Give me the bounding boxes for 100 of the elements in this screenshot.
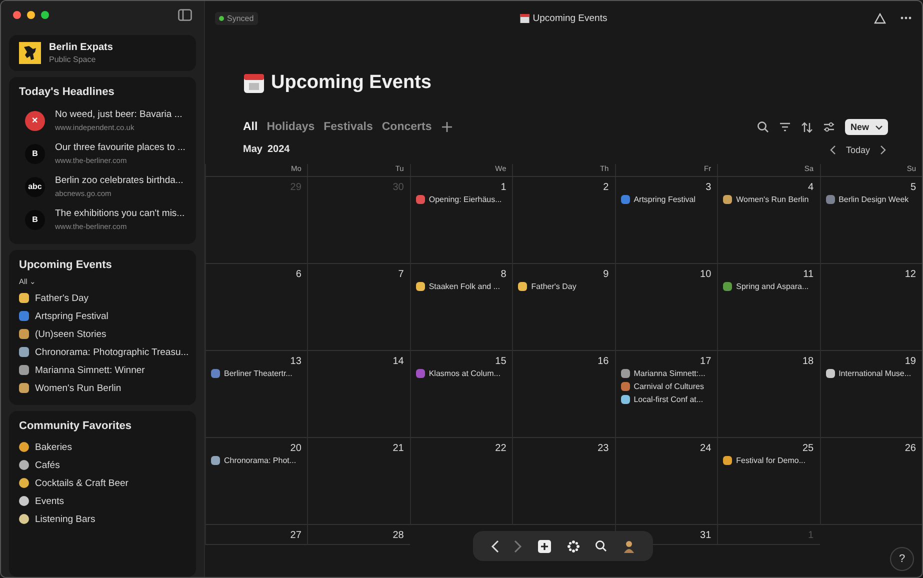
day-cell[interactable]: 15 Klasmos at Colum... <box>410 351 512 438</box>
day-number: 1 <box>500 182 506 193</box>
day-cell[interactable]: 14 <box>307 351 410 438</box>
day-number: 1 <box>808 530 814 541</box>
view-tab[interactable]: Holidays <box>266 121 315 133</box>
view-tab[interactable]: All <box>243 121 258 133</box>
headline-link[interactable]: No weed, just beer: Bavaria ... <box>55 109 182 120</box>
day-cell[interactable]: 26 <box>820 438 922 525</box>
favorite-list-item[interactable]: Listening Bars <box>19 510 186 528</box>
headline-link[interactable]: Our three favourite places to ... <box>55 142 186 153</box>
day-cell[interactable]: 10 <box>614 264 718 351</box>
day-cell[interactable]: 5 Berlin Design Week <box>820 177 922 264</box>
forward-icon[interactable] <box>514 540 522 552</box>
day-cell[interactable]: 12 <box>820 264 922 351</box>
day-number: 18 <box>802 356 814 367</box>
day-cell[interactable]: 23 <box>512 438 615 525</box>
event-list-item[interactable]: Artspring Festival <box>19 307 186 325</box>
caret-icon[interactable] <box>875 124 883 130</box>
previous-icon[interactable] <box>830 144 836 154</box>
day-cell[interactable]: 7 <box>307 264 410 351</box>
calendar-event[interactable]: Berliner Theatertr... <box>211 367 302 380</box>
day-cell[interactable]: 19 International Muse... <box>820 351 922 438</box>
event-list-item[interactable]: Women's Run Berlin <box>19 379 186 397</box>
day-number: 22 <box>495 443 506 454</box>
search-icon[interactable] <box>757 121 770 133</box>
calendar-event[interactable]: Artspring Festival <box>620 193 712 206</box>
favorite-list-item[interactable]: Cafés <box>19 456 186 474</box>
day-cell[interactable]: 1 Opening: Eierhäus... <box>410 177 512 264</box>
help-button[interactable]: ? <box>890 547 914 571</box>
calendar-event[interactable]: Local-first Conf at... <box>620 393 712 406</box>
day-cell[interactable]: 18 <box>717 351 820 438</box>
headline-link[interactable]: The exhibitions you can't mis... <box>55 208 185 219</box>
calendar-event[interactable]: Chronorama: Phot... <box>211 454 302 467</box>
sort-icon[interactable] <box>801 122 814 132</box>
day-cell[interactable]: 16 <box>512 351 615 438</box>
today-button[interactable]: Today <box>846 144 870 154</box>
calendar-event[interactable]: Staaken Folk and ... <box>416 280 506 293</box>
section-title: Community Favorites <box>19 420 132 432</box>
day-number: 25 <box>802 443 814 454</box>
avatar-icon[interactable] <box>623 540 636 552</box>
calendar-event[interactable]: Klasmos at Colum... <box>416 367 506 380</box>
dots-grid-icon[interactable] <box>566 540 580 552</box>
event-list-item[interactable]: Chronorama: Photographic Treasu... <box>19 343 186 361</box>
calendar-event[interactable]: International Muse... <box>826 367 916 380</box>
day-cell[interactable]: 21 <box>307 438 410 525</box>
favorite-list-item[interactable]: Bakeries <box>19 438 186 456</box>
day-cell[interactable]: 20 Chronorama: Phot... <box>205 438 308 525</box>
add-icon[interactable] <box>538 540 552 552</box>
day-number: 12 <box>904 269 916 280</box>
day-cell[interactable]: 9 Father's Day <box>512 264 615 351</box>
settings-icon[interactable] <box>823 122 836 132</box>
day-cell[interactable]: 22 <box>410 438 512 525</box>
event-list-item[interactable]: Marianna Simnett: Winner <box>19 361 186 379</box>
day-cell[interactable]: 25 Festival for Demo... <box>717 438 820 525</box>
day-cell[interactable]: 13 Berliner Theatertr... <box>205 351 308 438</box>
day-number: 16 <box>598 356 609 367</box>
day-cell[interactable]: 17 Marianna Simnett:... Carnival of Cultures Local-first Conf at... <box>614 351 718 438</box>
calendar-event[interactable]: Spring and Aspara... <box>723 280 814 293</box>
day-cell[interactable]: 3 Artspring Festival <box>614 177 718 264</box>
day-number: 29 <box>290 182 302 193</box>
sidebar-toggle-icon[interactable] <box>178 9 192 21</box>
calendar-event[interactable]: Opening: Eierhäus... <box>416 193 506 206</box>
add-icon[interactable] <box>440 121 453 133</box>
calendar-event[interactable]: Father's Day <box>518 280 609 293</box>
triangle-icon[interactable] <box>874 12 886 24</box>
day-cell[interactable]: 24 <box>614 438 718 525</box>
space-name: Berlin Expats <box>49 42 113 53</box>
filter-icon[interactable] <box>779 122 792 132</box>
favorite-list-item[interactable]: Cocktails & Craft Beer <box>19 474 186 492</box>
back-icon[interactable] <box>490 540 499 552</box>
zoom-button[interactable] <box>41 11 49 19</box>
day-number: 6 <box>296 269 302 280</box>
more-icon[interactable] <box>900 16 912 20</box>
day-cell[interactable]: 6 <box>205 264 308 351</box>
calendar-event[interactable]: Women's Run Berlin <box>723 193 814 206</box>
next-icon[interactable] <box>880 144 886 154</box>
day-cell[interactable]: 8 Staaken Folk and ... <box>410 264 512 351</box>
favorite-list-item[interactable]: Events <box>19 492 186 510</box>
new-button[interactable]: New <box>845 119 888 135</box>
year-label: 2024 <box>267 144 290 155</box>
view-tab[interactable]: Concerts <box>382 121 432 133</box>
space-card[interactable]: Berlin Expats Public Space <box>9 35 196 71</box>
search-icon[interactable] <box>595 540 608 552</box>
calendar-event[interactable]: Berlin Design Week <box>826 193 916 206</box>
minimize-button[interactable] <box>27 11 35 19</box>
day-cell[interactable]: 4 Women's Run Berlin <box>717 177 820 264</box>
headline-link[interactable]: Berlin zoo celebrates birthda... <box>55 175 184 186</box>
day-number: 31 <box>700 530 712 541</box>
event-list-item[interactable]: (Un)seen Stories <box>19 325 186 343</box>
event-list-item[interactable]: Father's Day <box>19 289 186 307</box>
calendar-event[interactable]: Festival for Demo... <box>723 454 814 467</box>
calendar-event[interactable]: Carnival of Cultures <box>620 380 712 393</box>
page-title: Upcoming Events <box>271 72 432 94</box>
calendar-event[interactable]: Marianna Simnett:... <box>620 367 712 380</box>
day-cell[interactable]: 11 Spring and Aspara... <box>717 264 820 351</box>
view-tab[interactable]: Festivals <box>324 121 373 133</box>
close-button[interactable] <box>13 11 21 19</box>
day-number: 19 <box>904 356 916 367</box>
day-cell[interactable]: 2 <box>512 177 615 264</box>
calendar-icon <box>243 72 265 94</box>
